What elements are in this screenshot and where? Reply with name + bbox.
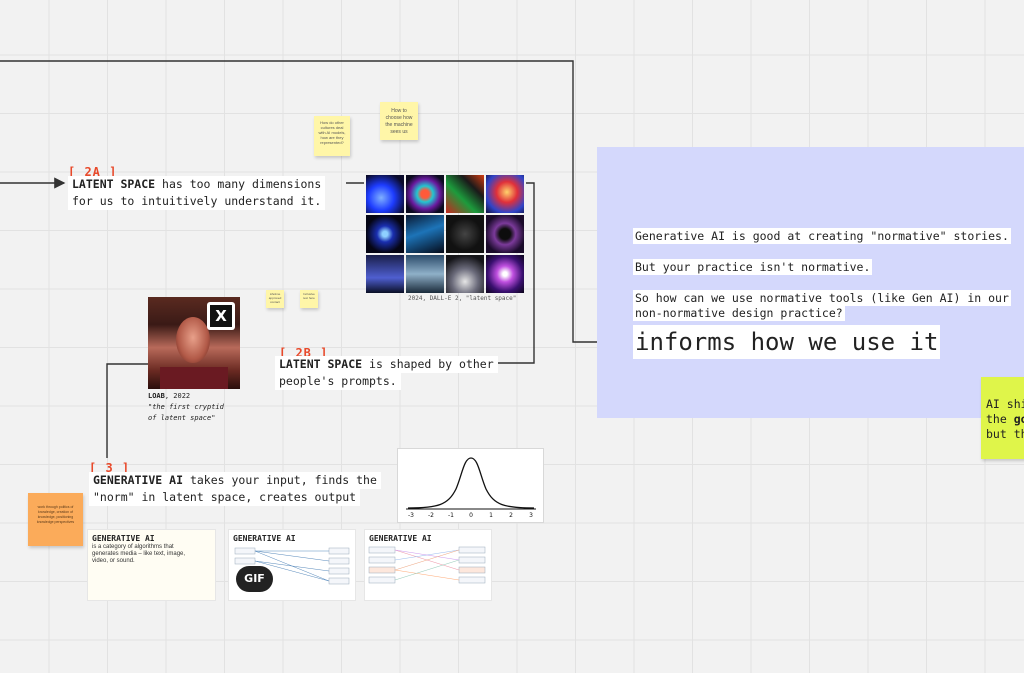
green-note-line2-prefix: the (986, 412, 1014, 426)
tick-label: 1 (489, 512, 493, 519)
grid-image-9[interactable] (366, 255, 404, 293)
grid-image-8[interactable] (486, 215, 524, 253)
green-note-text: AI shi the go but th (986, 397, 1024, 442)
x-logo-frame: X (207, 302, 235, 330)
tick-label: 3 (529, 512, 533, 519)
sticky-note-yellow-1[interactable]: How do other cultures deal with AI model… (314, 116, 350, 156)
sticky-note-yellow-2[interactable]: How to choose how the machine sees us (380, 102, 418, 140)
grid-image-4[interactable] (486, 175, 524, 213)
gen-ai-card-3[interactable]: GENERATIVE AI (365, 530, 491, 600)
normative-design-panel[interactable]: Generative AI is good at creating "norma… (597, 147, 1024, 418)
loab-face (176, 317, 210, 363)
section-2a-line2: for us to intuitively understand it. (72, 194, 322, 208)
sticky-note-yellow-4[interactable]: Inclusive text here (300, 290, 318, 308)
loab-caption-line2: of latent space" (148, 414, 216, 422)
gen-ai-card-2[interactable]: GENERATIVE AI GIF (229, 530, 355, 600)
panel-line-2: But your practice isn't normative. (633, 256, 873, 275)
section-2b-text[interactable]: LATENT SPACE is shaped by other people's… (275, 356, 498, 390)
grid-image-1[interactable] (366, 175, 404, 213)
latent-space-image-grid[interactable]: 2024, DALL-E 2, "latent space" (364, 173, 526, 305)
loab-image[interactable]: X (148, 297, 240, 389)
sticky-note-text: How do other cultures deal with AI model… (318, 120, 346, 145)
tick-label: -2 (428, 512, 434, 519)
panel-line-1: Generative AI is good at creating "norma… (633, 225, 1011, 244)
bell-curve-chart[interactable]: -3 -2 -1 0 1 2 3 (398, 449, 543, 522)
green-note-line3: but th (986, 427, 1024, 441)
card-title: GENERATIVE AI (92, 534, 155, 543)
green-note-line1: AI shi (986, 397, 1024, 411)
green-note-line2-bold: go (1013, 412, 1024, 426)
section-2a-text[interactable]: LATENT SPACE has too many dimensions for… (68, 176, 326, 210)
grid-image-5[interactable] (366, 215, 404, 253)
loab-body (160, 367, 228, 389)
section-3-text[interactable]: GENERATIVE AI takes your input, finds th… (89, 472, 381, 506)
sticky-note-text: How to choose how the machine sees us (385, 108, 413, 135)
tick-label: 2 (509, 512, 513, 519)
grid-image-7[interactable] (446, 215, 484, 253)
section-2a-bold: LATENT SPACE (72, 177, 156, 191)
tick-label: -3 (408, 512, 414, 519)
loab-year: , 2022 (164, 392, 191, 400)
grid-image-6[interactable] (406, 215, 444, 253)
section-2b-rest: is shaped by other (362, 357, 494, 371)
loab-caption: LOAB, 2022 "the first cryptid of latent … (148, 391, 224, 424)
image-grid-caption: 2024, DALL-E 2, "latent space" (408, 295, 517, 302)
card-body: is a category of algorithms that generat… (92, 544, 186, 564)
bell-curve-svg: -3 -2 -1 0 1 2 3 (406, 457, 536, 519)
panel-line-1-text: Generative AI is good at creating "norma… (633, 228, 1011, 244)
loab-title: LOAB (148, 392, 165, 400)
sticky-note-orange[interactable]: work through politics of knowledge, crea… (28, 493, 83, 546)
green-sticky-note[interactable]: AI shi the go but th (981, 377, 1024, 459)
section-3-rest: takes your input, finds the (183, 473, 377, 487)
gen-ai-card-1[interactable]: GENERATIVE AI is a category of algorithm… (88, 530, 215, 600)
sticky-note-text: work through politics of knowledge, crea… (36, 505, 75, 524)
section-2b-line2: people's prompts. (279, 374, 397, 388)
panel-line-4-text: non-normative design practice? (633, 305, 845, 321)
section-3-line2: "norm" in latent space, creates output (93, 490, 357, 504)
grid-image-2[interactable] (406, 175, 444, 213)
grid-image-11[interactable] (446, 255, 484, 293)
section-2a-rest: has too many dimensions (155, 177, 322, 191)
grid-image-3[interactable] (446, 175, 484, 213)
loab-caption-line1: "the first cryptid (148, 403, 224, 411)
panel-line-2-text: But your practice isn't normative. (633, 259, 873, 275)
panel-big-text-content: informs how we use it (633, 325, 941, 359)
section-3-bold: GENERATIVE AI (93, 473, 184, 487)
gif-badge[interactable]: GIF (236, 566, 273, 592)
grid-image-12[interactable] (486, 255, 524, 293)
tick-label: -1 (448, 512, 454, 519)
sticky-note-text: Inclusive text here (303, 292, 315, 300)
section-2b-bold: LATENT SPACE (279, 357, 363, 371)
panel-line-4: non-normative design practice? (633, 302, 845, 321)
sticky-note-yellow-3[interactable]: Lifetime approved contact (266, 290, 284, 308)
grid-image-10[interactable] (406, 255, 444, 293)
sticky-note-text: Lifetime approved contact (268, 292, 282, 304)
panel-big-text: informs how we use it (633, 325, 941, 359)
tick-label: 0 (469, 512, 473, 519)
x-logo-icon: X (210, 305, 232, 327)
card-3-diagram (368, 546, 486, 584)
